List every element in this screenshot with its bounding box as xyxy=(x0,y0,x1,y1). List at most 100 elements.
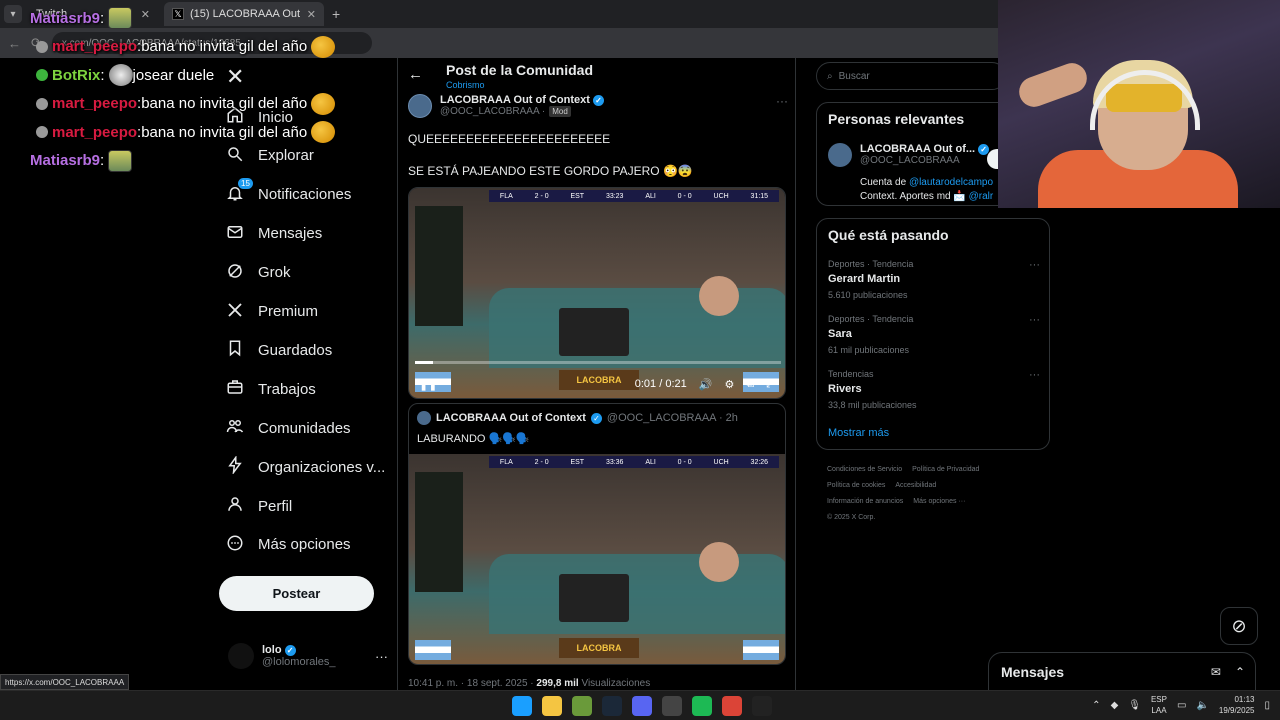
post-header: LACOBRAAA Out of Context ✓ @OOC_LACOBRAA… xyxy=(408,94,788,124)
nav-item-trabajos[interactable]: Trabajos xyxy=(226,378,316,400)
settings-icon[interactable]: ⚙ xyxy=(724,378,734,391)
fullscreen-icon[interactable]: ⤢ xyxy=(766,378,775,391)
show-more-link[interactable]: Mostrar más xyxy=(828,427,889,439)
chrome-icon[interactable] xyxy=(722,696,742,716)
back-icon[interactable]: ← xyxy=(8,36,21,51)
video-controls: ❚❚ 0:01 / 0:21 🔊 ⚙ ⧉ ⤢ xyxy=(409,370,785,398)
new-message-icon[interactable]: ✉ xyxy=(1211,665,1221,679)
chevron-up-icon[interactable]: ⌃ xyxy=(1092,700,1100,711)
post-text-line-2: SE ESTÁ PAJEANDO ESTE GORDO PAJERO 😳😨 xyxy=(408,164,693,178)
pip-icon[interactable]: ⧉ xyxy=(746,378,754,391)
footer-link[interactable]: Política de Privacidad xyxy=(912,466,979,473)
video-progress[interactable] xyxy=(415,361,781,364)
emote-icon xyxy=(311,35,336,58)
time: 01:13 xyxy=(1234,695,1255,704)
footer-link[interactable]: Política de cookies xyxy=(827,482,885,489)
scoreboard-item: 0 - 0 xyxy=(677,192,692,200)
tab-search-icon[interactable]: ▾ xyxy=(4,5,22,23)
author-name[interactable]: LACOBRAAA Out of Context xyxy=(440,94,590,106)
nav-item-mensajes[interactable]: Mensajes xyxy=(226,223,322,245)
nav-item-más-opciones[interactable]: Más opciones xyxy=(226,534,351,556)
relevant-name[interactable]: LACOBRAAA Out of... xyxy=(860,143,975,155)
trend-item[interactable]: Tendencias Rivers 33,8 mil publicaciones ··… xyxy=(828,369,1040,410)
clock[interactable]: 01:13 19/9/2025 xyxy=(1219,694,1255,716)
scoreboard: FLA 2 - 0 EST 33:36 ALI 0 - 0 UCH 32:26 xyxy=(489,456,779,468)
footer-link[interactable]: Condiciones de Servicio xyxy=(827,466,902,473)
trend-more-icon[interactable]: ··· xyxy=(1029,369,1040,381)
nav-item-guardados[interactable]: Guardados xyxy=(226,339,332,361)
back-arrow-icon[interactable]: ← xyxy=(408,66,423,83)
shield-icon[interactable]: ◆ xyxy=(1111,700,1119,711)
obs-icon[interactable] xyxy=(662,696,682,716)
account-switcher[interactable]: lolo ✓ @lolomorales_ ··· xyxy=(228,643,388,669)
windows-start-icon[interactable] xyxy=(512,696,532,716)
avatar[interactable] xyxy=(828,143,852,167)
status-url: https://x.com/OOC_LACOBRAAA xyxy=(0,674,130,690)
post-more-icon[interactable]: ··· xyxy=(776,94,788,124)
language-indicator[interactable]: ESP LAA xyxy=(1151,694,1167,716)
trend-more-icon[interactable]: ··· xyxy=(1029,259,1040,271)
more-icon[interactable]: ··· xyxy=(375,649,388,664)
post-timestamp[interactable]: 10:41 p. m. · 18 sept. 2025 · xyxy=(408,678,534,689)
trend-more-icon[interactable]: ··· xyxy=(1029,314,1040,326)
chat-line: Matiasrb9: xyxy=(30,4,360,33)
expand-icon[interactable]: ⌃ xyxy=(1235,665,1245,679)
quoted-post[interactable]: LACOBRAAA Out of Context ✓ @OOC_LACOBRAA… xyxy=(408,403,786,665)
volume-icon[interactable]: 🔊 xyxy=(699,378,713,391)
scoreboard-item: FLA xyxy=(499,458,513,466)
bio-link[interactable]: @ralr xyxy=(969,191,994,202)
lightning-icon xyxy=(226,455,244,478)
nav-label: Grok xyxy=(258,264,291,282)
post-button[interactable]: Postear xyxy=(219,576,374,611)
nav-item-perfil[interactable]: Perfil xyxy=(226,495,292,517)
nav-label: Mensajes xyxy=(258,225,323,243)
trend-item[interactable]: Deportes · Tendencia Sara 61 mil publicaci… xyxy=(828,314,1040,355)
nav-item-notificaciones[interactable]: 15 Notificaciones xyxy=(226,177,351,206)
steam-icon[interactable] xyxy=(602,696,622,716)
search-input[interactable]: ⌕ Buscar xyxy=(816,62,1006,90)
messages-drawer[interactable]: Mensajes ✉ ⌃ xyxy=(988,652,1256,692)
bio-link[interactable]: @lautarodelcampo xyxy=(909,177,993,188)
trend-count: 61 mil publicaciones xyxy=(828,345,910,355)
community-link[interactable]: Cobrismo xyxy=(446,80,485,90)
verified-icon: ✓ xyxy=(284,644,296,656)
file-explorer-icon[interactable] xyxy=(542,696,562,716)
trend-item[interactable]: Deportes · Tendencia Gerard Martin 5.610 p… xyxy=(828,259,1040,300)
nav-item-grok[interactable]: Grok xyxy=(226,262,291,284)
emote-icon xyxy=(311,121,336,144)
grok-button[interactable]: ⊘ xyxy=(1220,607,1258,645)
network-icon[interactable]: ▭ xyxy=(1177,700,1186,711)
chat-badge-icon xyxy=(36,40,48,53)
nav-item-premium[interactable]: Premium xyxy=(226,301,318,323)
pause-icon[interactable]: ❚❚ xyxy=(419,378,437,391)
notification-icon[interactable]: ▯ xyxy=(1264,700,1270,711)
scoreboard-item: 2 - 0 xyxy=(534,458,549,466)
bookmark-icon xyxy=(226,339,244,361)
chat-line: mart_peepo: bana no invita gil del año xyxy=(30,90,360,119)
taskbar: ⌃ ◆ 🎙 ESP LAA ▭ 🔈 01:13 19/9/2025 ▯ xyxy=(0,690,1280,720)
author-handle[interactable]: @OOC_LACOBRAAA xyxy=(440,106,539,117)
post-meta: 10:41 p. m. · 18 sept. 2025 · 299,8 mil … xyxy=(408,678,650,689)
quoted-media: FLA 2 - 0 EST 33:36 ALI 0 - 0 UCH 32:26 LACOBRA xyxy=(409,454,785,664)
account-name: lolo xyxy=(262,644,282,656)
stream-chat-overlay: Matiasrb9: mart_peepo: bana no invita gi… xyxy=(30,4,360,175)
chat-line: Matiasrb9: xyxy=(30,147,360,176)
discord-icon[interactable] xyxy=(632,696,652,716)
spotify-icon[interactable] xyxy=(692,696,712,716)
card-title: Qué está pasando xyxy=(828,227,949,243)
nav-item-comunidades[interactable]: Comunidades xyxy=(226,417,351,439)
footer-link[interactable]: Información de anuncios xyxy=(827,498,903,505)
footer-link[interactable]: Accesibilidad xyxy=(895,482,936,489)
author-avatar[interactable] xyxy=(408,94,432,118)
microphone-icon[interactable]: 🎙 xyxy=(1128,700,1141,711)
page-header: ← Post de la Comunidad Cobrismo xyxy=(398,58,795,92)
minecraft-icon[interactable] xyxy=(572,696,592,716)
volume-icon[interactable]: 🔈 xyxy=(1196,700,1208,711)
nav-item-organizaciones-v-[interactable]: Organizaciones v... xyxy=(226,455,385,478)
mail-icon xyxy=(226,223,244,245)
scoreboard-item: EST xyxy=(570,458,585,466)
kick-icon[interactable] xyxy=(752,696,772,716)
video-player[interactable]: FLA 2 - 0 EST 33:23 ALI 0 - 0 UCH 31:15 LACOBRA… xyxy=(408,187,786,399)
footer-link[interactable]: Más opciones ··· xyxy=(913,498,965,505)
search-placeholder: Buscar xyxy=(838,70,870,82)
